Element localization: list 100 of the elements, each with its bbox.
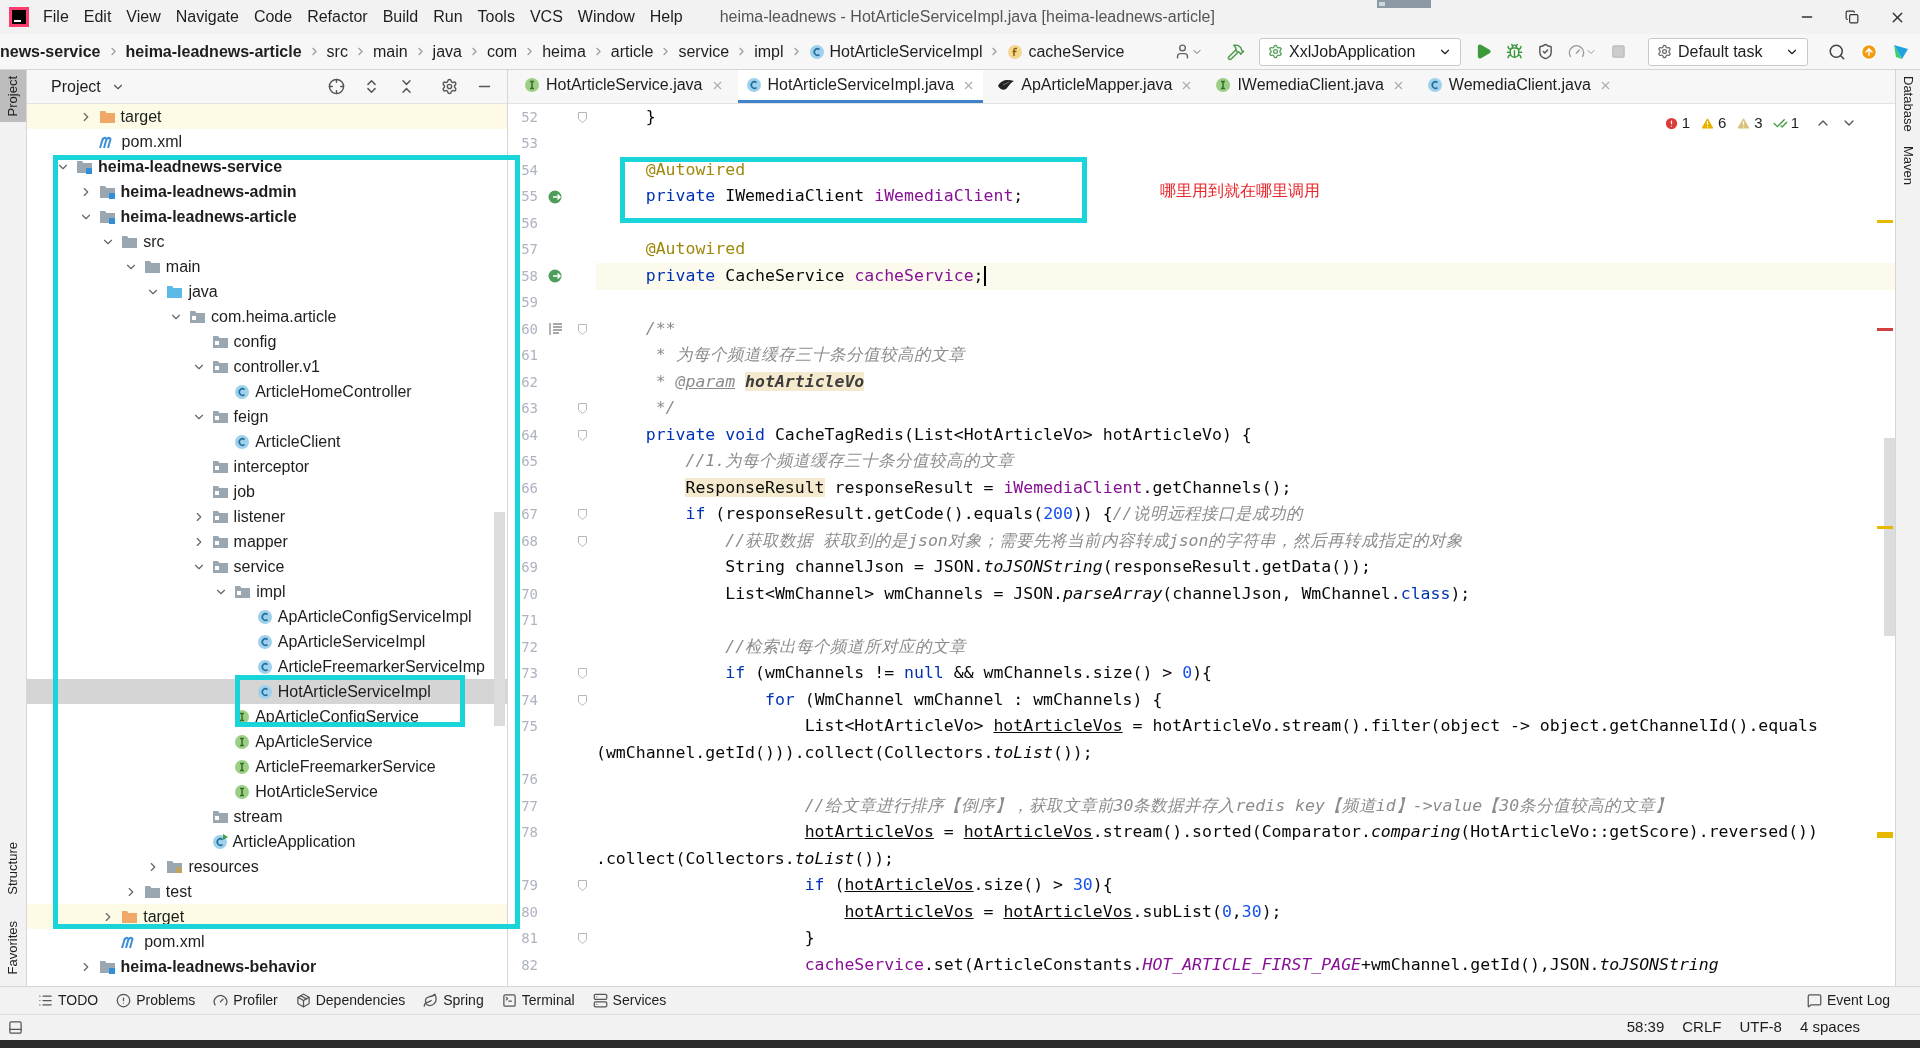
menu-item[interactable]: Build xyxy=(381,5,420,29)
menu-item[interactable]: View xyxy=(125,5,162,29)
settings-icon[interactable] xyxy=(441,78,458,95)
run-icon[interactable] xyxy=(1475,43,1492,60)
debug-icon[interactable] xyxy=(1506,43,1523,60)
tool-window-button[interactable]: Profiler xyxy=(213,990,278,1011)
menu-item[interactable]: VCS xyxy=(528,5,564,29)
status-item[interactable]: UTF-8 xyxy=(1739,1016,1782,1039)
panel-title[interactable]: Project xyxy=(51,74,101,99)
tree-item[interactable]: ArticleFreemarkerServiceImp xyxy=(27,654,507,679)
tree-item[interactable]: ArticleApplication xyxy=(27,829,507,854)
menu-item[interactable]: Tools xyxy=(476,5,516,29)
tree-item[interactable]: heima-leadnews-behavior xyxy=(27,954,507,979)
menu-item[interactable]: Edit xyxy=(82,5,113,29)
tree-item[interactable]: java xyxy=(27,279,507,304)
toolbox-logo-icon[interactable] xyxy=(1892,42,1910,61)
tool-window-tab[interactable]: Maven xyxy=(1898,145,1918,185)
tree-item[interactable]: listener xyxy=(27,504,507,529)
task-dropdown[interactable]: Default task xyxy=(1648,37,1808,66)
tree-item[interactable]: impl xyxy=(27,579,507,604)
menu-item[interactable]: Run xyxy=(432,5,464,29)
status-item[interactable]: 58:39 xyxy=(1626,1016,1665,1039)
breadcrumb[interactable]: src xyxy=(326,39,348,64)
tree-item[interactable]: ApArticleServiceImpl xyxy=(27,629,507,654)
tree-item[interactable]: ArticleClient xyxy=(27,429,507,454)
search-icon[interactable] xyxy=(1828,42,1846,61)
tool-window-button[interactable]: TODO xyxy=(38,990,99,1011)
breadcrumb[interactable]: com xyxy=(486,39,518,64)
menu-item[interactable]: Help xyxy=(648,5,684,29)
menu-item[interactable]: Code xyxy=(252,5,294,29)
breadcrumb[interactable]: impl xyxy=(754,39,784,64)
tree-item[interactable]: mapper xyxy=(27,529,507,554)
restore-icon[interactable] xyxy=(1845,10,1859,24)
breadcrumb[interactable]: HotArticleServiceImpl xyxy=(829,39,983,64)
tree-item[interactable]: main xyxy=(27,254,507,279)
menu-item[interactable]: File xyxy=(42,5,70,29)
tool-window-button[interactable]: Services xyxy=(592,990,667,1011)
tree-item[interactable]: src xyxy=(27,229,507,254)
tree-item[interactable]: controller.v1 xyxy=(27,354,507,379)
tree-item[interactable]: test xyxy=(27,879,507,904)
breadcrumb[interactable]: cacheService xyxy=(1028,39,1125,64)
breadcrumb[interactable]: heima-leadnews-article xyxy=(125,39,302,64)
tree-item[interactable]: resources xyxy=(27,854,507,879)
tree-item[interactable]: ApArticleConfigServiceImpl xyxy=(27,604,507,629)
tree-item[interactable]: ApArticleConfigService xyxy=(27,704,507,729)
status-item[interactable]: 4 spaces xyxy=(1799,1016,1860,1039)
menu-item[interactable]: Window xyxy=(576,5,636,29)
scrollbar-thumb[interactable] xyxy=(494,512,505,726)
breadcrumb[interactable]: java xyxy=(432,39,462,64)
tree-item[interactable]: job xyxy=(27,479,507,504)
tree-item[interactable]: target xyxy=(27,104,507,129)
tree-item[interactable]: feign xyxy=(27,404,507,429)
editor-tab[interactable]: WemediaClient.java xyxy=(1418,70,1620,103)
breadcrumb[interactable]: main xyxy=(372,39,408,64)
tree-item[interactable]: HotArticleServiceImpl xyxy=(27,679,507,704)
menu-item[interactable]: Navigate xyxy=(174,5,240,29)
locate-icon[interactable] xyxy=(328,78,345,95)
tree-item[interactable]: heima-leadnews-admin xyxy=(27,179,507,204)
tool-window-button[interactable]: Terminal xyxy=(501,990,575,1011)
tree-item[interactable]: pom.xml xyxy=(27,929,507,954)
tool-window-tab[interactable]: Structure xyxy=(0,835,26,901)
tree-item[interactable]: com.heima.article xyxy=(27,304,507,329)
menu-item[interactable]: Refactor xyxy=(306,5,369,29)
status-item[interactable]: CRLF xyxy=(1682,1016,1722,1039)
breadcrumb[interactable]: service xyxy=(678,39,730,64)
tool-window-button[interactable]: Dependencies xyxy=(295,990,406,1011)
scrollbar-thumb[interactable] xyxy=(1884,438,1895,636)
coverage-icon[interactable] xyxy=(1537,43,1554,60)
editor-tab[interactable]: IWemediaClient.java xyxy=(1207,70,1413,103)
tree-item[interactable]: interceptor xyxy=(27,454,507,479)
user-button[interactable] xyxy=(1174,43,1203,60)
tool-window-button[interactable]: Problems xyxy=(116,990,196,1011)
breadcrumb[interactable]: heima xyxy=(542,39,586,64)
tree-item[interactable]: ArticleHomeController xyxy=(27,379,507,404)
run-config-dropdown[interactable]: XxlJobApplication xyxy=(1259,37,1461,66)
tool-window-tab[interactable]: Favorites xyxy=(0,914,26,980)
code-line: hotArticleVos = hotArticleVos.subList(0,30); xyxy=(843,900,1282,923)
build-icon[interactable] xyxy=(1227,42,1245,61)
tree-item[interactable]: pom.xml xyxy=(27,129,507,154)
panel-toggle-icon[interactable] xyxy=(8,1020,23,1035)
tool-window-tab[interactable]: Project xyxy=(0,70,26,123)
breadcrumb[interactable]: news-service xyxy=(0,39,101,64)
tree-item[interactable]: config xyxy=(27,329,507,354)
editor-tab[interactable]: ApArticleMapper.java xyxy=(989,70,1202,103)
tree-item[interactable]: service xyxy=(27,554,507,579)
tree-item[interactable]: HotArticleService xyxy=(27,779,507,804)
editor-tab[interactable]: HotArticleServiceImpl.java xyxy=(737,70,984,103)
tree-item[interactable]: heima-leadnews-service xyxy=(27,154,507,179)
tool-window-button[interactable]: Spring xyxy=(423,990,484,1011)
tree-item[interactable]: ArticleFreemarkerService xyxy=(27,754,507,779)
code-line: List<WmChannel> wmChannels = JSON.parseArray(channelJson, WmChannel.class); xyxy=(724,582,1471,605)
tree-item[interactable]: heima-leadnews-article xyxy=(27,204,507,229)
event-log-button[interactable]: Event Log xyxy=(1806,990,1890,1011)
editor-tab[interactable]: HotArticleService.java xyxy=(516,70,732,103)
leaf-icon xyxy=(423,993,439,1008)
package-icon xyxy=(295,993,311,1008)
tool-window-tab[interactable]: Database xyxy=(1898,76,1918,132)
tree-item[interactable]: stream xyxy=(27,804,507,829)
breadcrumb[interactable]: article xyxy=(610,39,654,64)
tree-item[interactable]: ApArticleService xyxy=(27,729,507,754)
